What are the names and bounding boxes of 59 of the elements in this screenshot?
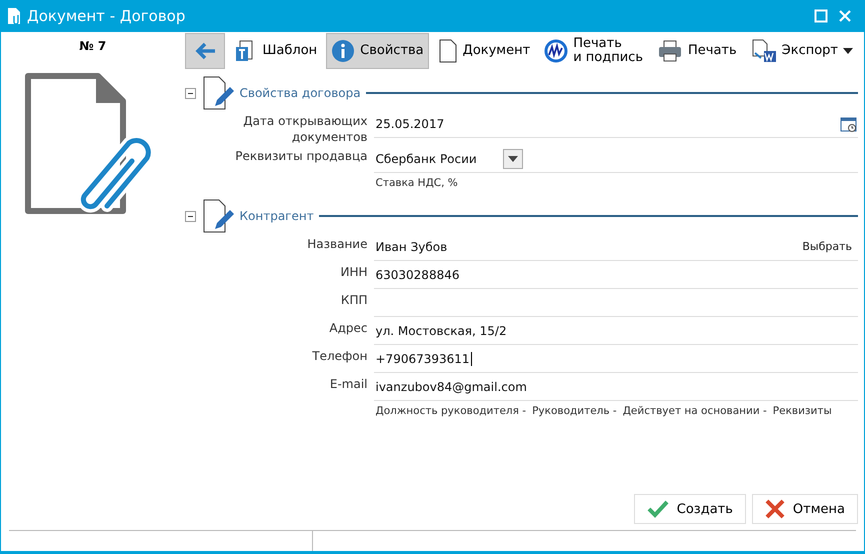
input-field[interactable]: +79067393611 bbox=[374, 345, 858, 373]
calendar-icon[interactable] bbox=[840, 114, 858, 132]
input-field[interactable]: 63030288846 bbox=[374, 261, 858, 289]
field-value: ул. Мостовская, 15/2 bbox=[376, 324, 507, 338]
printer-icon bbox=[656, 39, 683, 63]
hint-link[interactable]: Руководитель - bbox=[532, 405, 617, 417]
field-label: КПП bbox=[340, 292, 368, 308]
create-button[interactable]: Создать bbox=[634, 494, 746, 524]
window-title: Документ - Договор bbox=[27, 7, 186, 25]
maximize-icon[interactable] bbox=[814, 9, 828, 23]
hint-link[interactable]: Реквизиты bbox=[772, 405, 832, 417]
field-label: Адрес bbox=[328, 320, 368, 336]
collapse-icon[interactable] bbox=[184, 88, 196, 98]
back-button[interactable] bbox=[184, 33, 224, 69]
dropdown-button[interactable] bbox=[502, 148, 523, 168]
document-pencil-icon bbox=[200, 199, 234, 233]
hint-link[interactable]: Действует на основании - bbox=[622, 405, 767, 417]
section-title: Контрагент bbox=[240, 209, 314, 223]
field-label: Дата открывающих документов bbox=[242, 113, 368, 145]
caret-icon bbox=[843, 48, 853, 54]
input-field[interactable]: Иван Зубов Выбрать bbox=[374, 233, 858, 261]
field-label: Телефон bbox=[311, 348, 368, 364]
dropdown-field[interactable]: Сбербанк Росии bbox=[374, 145, 858, 173]
field-label: Название bbox=[306, 236, 368, 252]
close-icon[interactable] bbox=[838, 9, 852, 23]
hint-link[interactable]: Ставка НДС, % bbox=[376, 177, 458, 189]
field-label: ИНН bbox=[339, 264, 368, 280]
collapse-icon[interactable] bbox=[184, 210, 196, 222]
document-icon bbox=[7, 7, 21, 25]
export-icon bbox=[750, 39, 777, 63]
document-number: № 7 bbox=[79, 39, 106, 53]
date-field[interactable]: 25.05.2017 bbox=[374, 110, 858, 138]
field-value: Сбербанк Росии bbox=[376, 152, 477, 166]
cross-icon bbox=[764, 499, 785, 519]
toolbar-button[interactable]: Печать bbox=[652, 33, 742, 69]
toolbar-button[interactable]: Шаблон bbox=[228, 33, 322, 69]
info-icon bbox=[331, 39, 356, 63]
input-field[interactable]: ул. Мостовская, 15/2 bbox=[374, 317, 858, 345]
field-value: 25.05.2017 bbox=[376, 116, 444, 130]
field-value: ivanzubov84@gmail.com bbox=[376, 380, 527, 394]
section-title: Свойства договора bbox=[240, 86, 361, 100]
caret-icon bbox=[508, 156, 518, 162]
toolbar-button[interactable]: Экспорт bbox=[746, 33, 858, 69]
toolbar-button[interactable]: Печать и подпись bbox=[539, 33, 648, 69]
field-value: 63030288846 bbox=[376, 268, 460, 282]
field-value: +79067393611 bbox=[376, 352, 472, 366]
field-label: Реквизиты продавца bbox=[234, 148, 368, 164]
input-field[interactable]: ivanzubov84@gmail.com bbox=[374, 373, 858, 401]
field-label: E-mail bbox=[328, 376, 368, 392]
cancel-button[interactable]: Отмена bbox=[752, 494, 858, 524]
checkmark-icon bbox=[646, 500, 669, 518]
document-pencil-icon bbox=[200, 76, 234, 110]
toolbar-button[interactable]: Документ bbox=[432, 33, 536, 69]
field-value: Иван Зубов bbox=[376, 240, 448, 254]
hint-link[interactable]: Должность руководителя - bbox=[376, 405, 526, 417]
select-link[interactable]: Выбрать bbox=[802, 240, 858, 253]
signature-icon bbox=[544, 39, 568, 63]
document-icon bbox=[438, 39, 458, 63]
toolbar-button[interactable]: Свойства bbox=[326, 33, 429, 69]
